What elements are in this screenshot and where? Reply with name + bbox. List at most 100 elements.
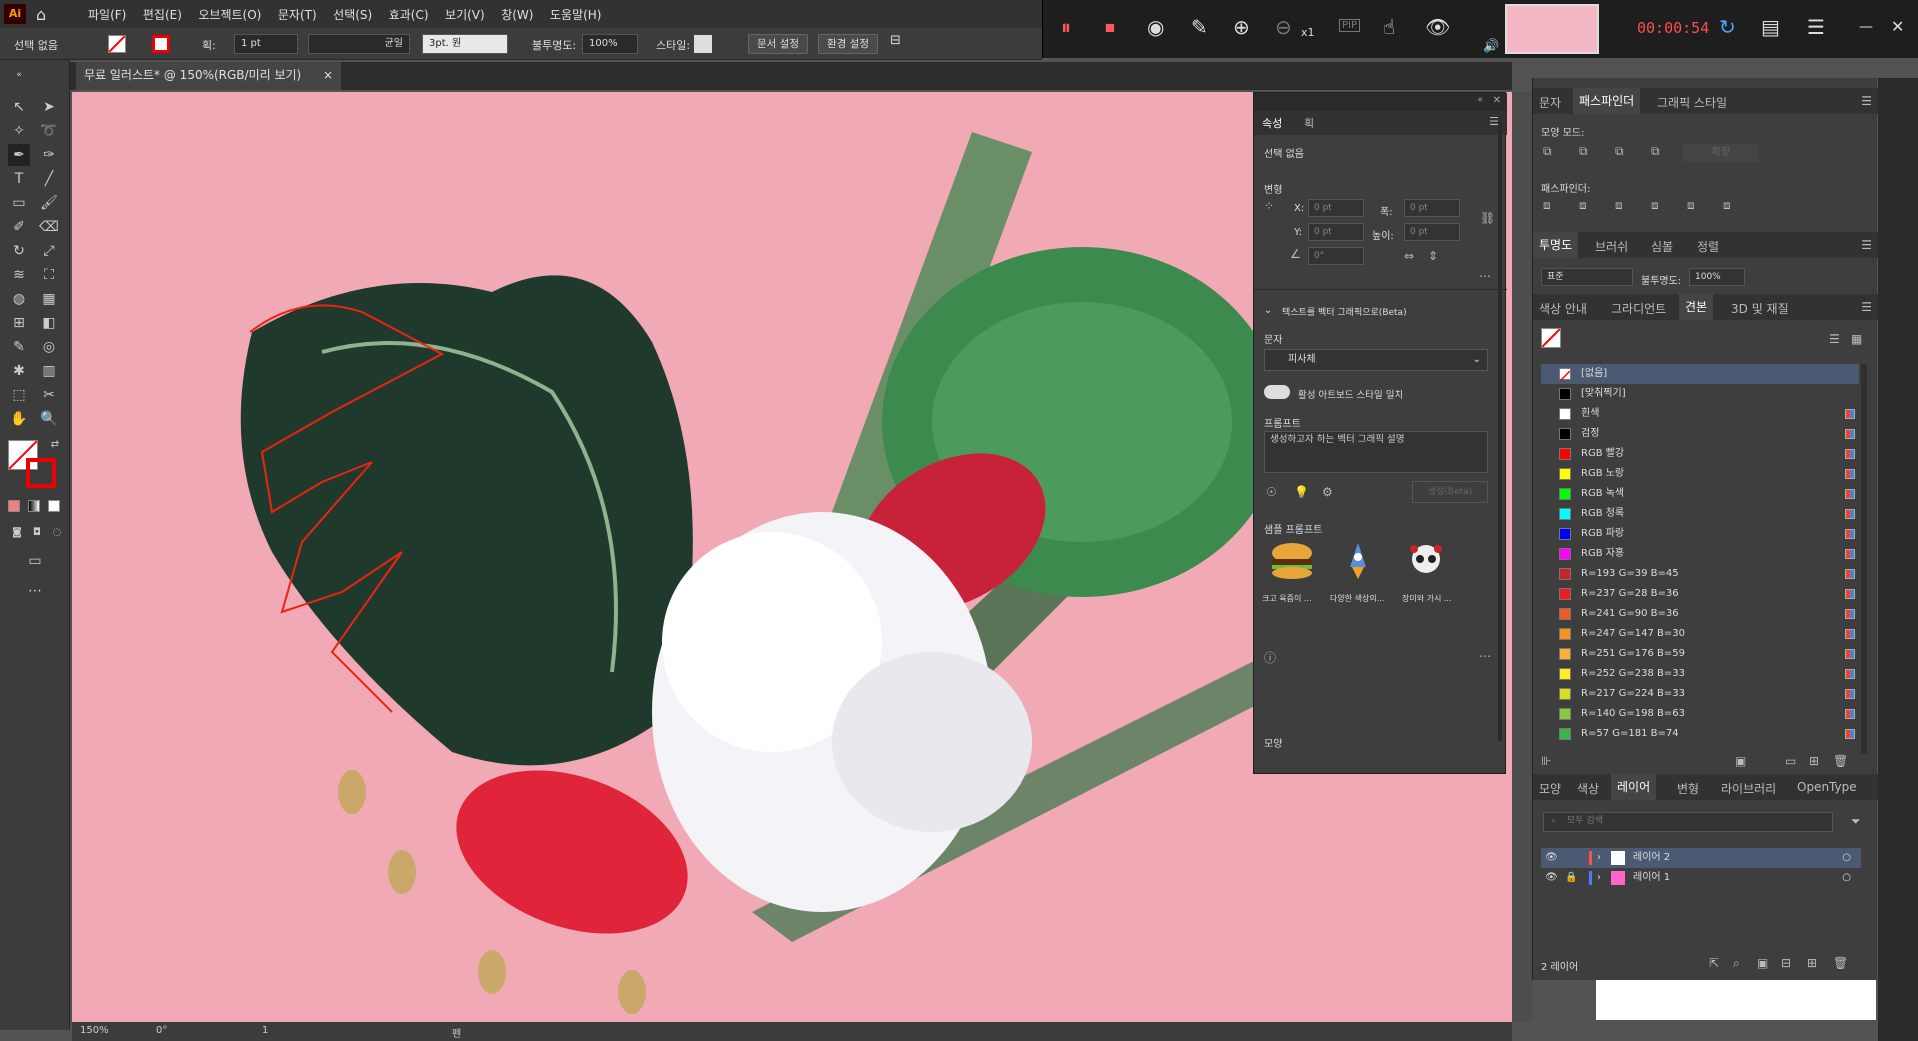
blend-mode-dropdown[interactable]: 표준 xyxy=(1541,268,1633,286)
tab-3d-materials[interactable]: 3D 및 재질 xyxy=(1731,300,1789,317)
shape-builder-icon[interactable]: ◍ xyxy=(8,288,30,310)
pen-tool-icon[interactable]: ✒ xyxy=(8,144,30,166)
y-field[interactable]: 0 pt xyxy=(1308,223,1364,241)
swatch-row[interactable]: [없음] xyxy=(1541,364,1859,384)
prompt-textarea[interactable]: 생성하고자 하는 벡터 그래픽 설명 xyxy=(1264,431,1488,473)
layer-row[interactable]: 👁 › 레이어 2 ○ xyxy=(1541,848,1861,868)
locate-object-icon[interactable]: ⌕ xyxy=(1733,956,1740,971)
target-circle-icon[interactable]: ○ xyxy=(1842,848,1851,868)
delete-layer-icon[interactable]: 🗑 xyxy=(1833,956,1848,970)
chevron-right-icon[interactable]: › xyxy=(1597,868,1601,888)
swatch-row[interactable]: R=241 G=90 B=36 xyxy=(1541,604,1859,624)
screen-mode-icon[interactable]: ▭ xyxy=(24,550,46,572)
zoom-field[interactable]: 150% xyxy=(80,1025,109,1036)
tab-gradient[interactable]: 그라디언트 xyxy=(1611,300,1666,317)
swatch-row[interactable]: RGB 노랑 xyxy=(1541,464,1859,484)
swap-colors-icon[interactable]: ⇄ xyxy=(44,434,66,456)
artboard-tool-icon[interactable]: ⬚ xyxy=(8,384,30,406)
new-folder-icon[interactable]: ▭ xyxy=(1785,754,1796,768)
tab-pathfinder[interactable]: 패스파인더 xyxy=(1573,88,1641,114)
tab-libraries[interactable]: 라이브러리 xyxy=(1721,780,1776,797)
lasso-icon[interactable]: ➰ xyxy=(38,120,60,142)
crop-icon[interactable]: ⧈ xyxy=(1651,198,1659,213)
opacity-field[interactable]: 100% xyxy=(582,34,638,54)
more-tools-icon[interactable]: ⋯ xyxy=(24,580,46,602)
tab-properties[interactable]: 속성 xyxy=(1262,115,1282,131)
panel-menu-icon[interactable]: ☰ xyxy=(1861,94,1872,108)
more-options-icon[interactable]: ⋯ xyxy=(1479,649,1491,663)
tab-swatches[interactable]: 견본 xyxy=(1679,294,1714,320)
tab-transform[interactable]: 변형 xyxy=(1677,780,1699,797)
layer-name[interactable]: 레이어 2 xyxy=(1633,848,1670,868)
intersect-icon[interactable]: ⧉ xyxy=(1615,144,1624,159)
settings-gear-icon[interactable]: ⚙ xyxy=(1322,485,1333,499)
touch-icon[interactable]: ☝ xyxy=(1383,16,1395,38)
shaper-tool-icon[interactable]: ✐ xyxy=(8,216,30,238)
menu-window[interactable]: 창(W) xyxy=(501,6,533,23)
blend-tool-icon[interactable]: ◎ xyxy=(38,336,60,358)
menu-edit[interactable]: 편집(E) xyxy=(143,6,182,23)
reference-point-icon[interactable]: ⁘ xyxy=(1264,199,1274,213)
mesh-tool-icon[interactable]: ⊞ xyxy=(8,312,30,334)
visibility-eye-icon[interactable]: 👁 xyxy=(1545,868,1558,888)
sample-rocket-image[interactable] xyxy=(1338,541,1378,581)
free-transform-icon[interactable]: ⛶ xyxy=(38,264,60,286)
swatch-row[interactable]: R=237 G=28 B=36 xyxy=(1541,584,1859,604)
line-style-dropdown[interactable]: 균일 xyxy=(308,34,410,54)
export-icon[interactable]: ⇱ xyxy=(1709,956,1719,970)
draw-behind-icon[interactable]: ◘ xyxy=(26,522,48,544)
target-circle-icon[interactable]: ○ xyxy=(1842,868,1851,888)
unite-icon[interactable]: ⧉ xyxy=(1543,144,1552,159)
style-match-toggle[interactable] xyxy=(1264,385,1290,399)
swatch-row[interactable]: R=247 G=147 B=30 xyxy=(1541,624,1859,644)
zoom-out-icon[interactable]: ⊖ xyxy=(1275,16,1292,38)
artboard-field[interactable]: 1 xyxy=(262,1025,268,1036)
generate-button[interactable]: 생성(Beta) xyxy=(1412,481,1488,503)
graph-tool-icon[interactable]: ▥ xyxy=(38,360,60,382)
clipping-mask-icon[interactable]: ▣ xyxy=(1757,956,1768,970)
fill-swatch[interactable] xyxy=(108,35,126,53)
pip-button[interactable]: PIP xyxy=(1339,19,1361,32)
swatch-row[interactable]: RGB 자홍 xyxy=(1541,544,1859,564)
panel-menu-icon[interactable]: ☰ xyxy=(1861,238,1872,252)
minus-back-icon[interactable]: ⧈ xyxy=(1723,198,1731,213)
layer-row[interactable]: 👁 🔒 › 레이어 1 ○ xyxy=(1541,868,1861,888)
x-field[interactable]: 0 pt xyxy=(1308,199,1364,217)
paintbrush-icon[interactable]: 🖌 xyxy=(38,192,60,214)
new-swatch-icon[interactable]: ⊞ xyxy=(1809,754,1819,768)
swatch-row[interactable]: 검정 xyxy=(1541,424,1859,444)
curvature-tool-icon[interactable]: ✑ xyxy=(38,144,60,166)
swatch-row[interactable]: R=140 G=198 B=63 xyxy=(1541,704,1859,724)
menu-file[interactable]: 파일(F) xyxy=(88,6,126,23)
layers-search-input[interactable]: ⌕ 모두 검색 xyxy=(1543,812,1833,832)
scale-tool-icon[interactable]: ⤢ xyxy=(38,240,60,262)
stroke-swatch[interactable] xyxy=(152,35,170,53)
stroke-weight-field[interactable]: 1 pt xyxy=(234,34,298,54)
text-to-vector-heading[interactable]: 텍스트를 벡터 그래픽으로(Beta) xyxy=(1282,305,1407,318)
info-icon[interactable]: ⓘ xyxy=(1264,649,1276,666)
document-setup-button[interactable]: 문서 설정 xyxy=(748,34,808,54)
panel-menu-icon[interactable]: ☰ xyxy=(1861,300,1872,314)
swatch-row[interactable]: R=252 G=238 B=33 xyxy=(1541,664,1859,684)
new-layer-icon[interactable]: ⊞ xyxy=(1807,956,1817,970)
swatch-row[interactable]: R=251 G=176 B=59 xyxy=(1541,644,1859,664)
preferences-button[interactable]: 환경 설정 xyxy=(818,34,878,54)
document-tab[interactable]: 무료 일러스트* @ 150%(RGB/미리 보기) × xyxy=(76,62,341,90)
tab-layers[interactable]: 레이어 xyxy=(1611,774,1657,800)
draw-inside-icon[interactable]: ◌ xyxy=(46,522,68,544)
swatch-row[interactable]: R=217 G=224 B=33 xyxy=(1541,684,1859,704)
height-field[interactable]: 0 pt xyxy=(1404,223,1460,241)
swatches-scrollbar[interactable] xyxy=(1861,364,1867,754)
rotate-tool-icon[interactable]: ↻ xyxy=(8,240,30,262)
draw-normal-icon[interactable]: ◙ xyxy=(6,522,28,544)
tab-opentype[interactable]: OpenType xyxy=(1797,780,1857,794)
symbol-sprayer-icon[interactable]: ✱ xyxy=(8,360,30,382)
flip-vertical-icon[interactable]: ⇕ xyxy=(1428,249,1438,263)
warp-tool-icon[interactable]: ≋ xyxy=(8,264,30,286)
zoom-tool-icon[interactable]: 🔍 xyxy=(38,408,60,430)
panel-scrollbar[interactable] xyxy=(1498,121,1502,741)
trim-icon[interactable]: ⧈ xyxy=(1579,198,1587,213)
swatch-row[interactable]: R=193 G=39 B=45 xyxy=(1541,564,1859,584)
hand-tool-icon[interactable]: ✋ xyxy=(8,408,30,430)
tab-transparency[interactable]: 투명도 xyxy=(1533,232,1579,258)
